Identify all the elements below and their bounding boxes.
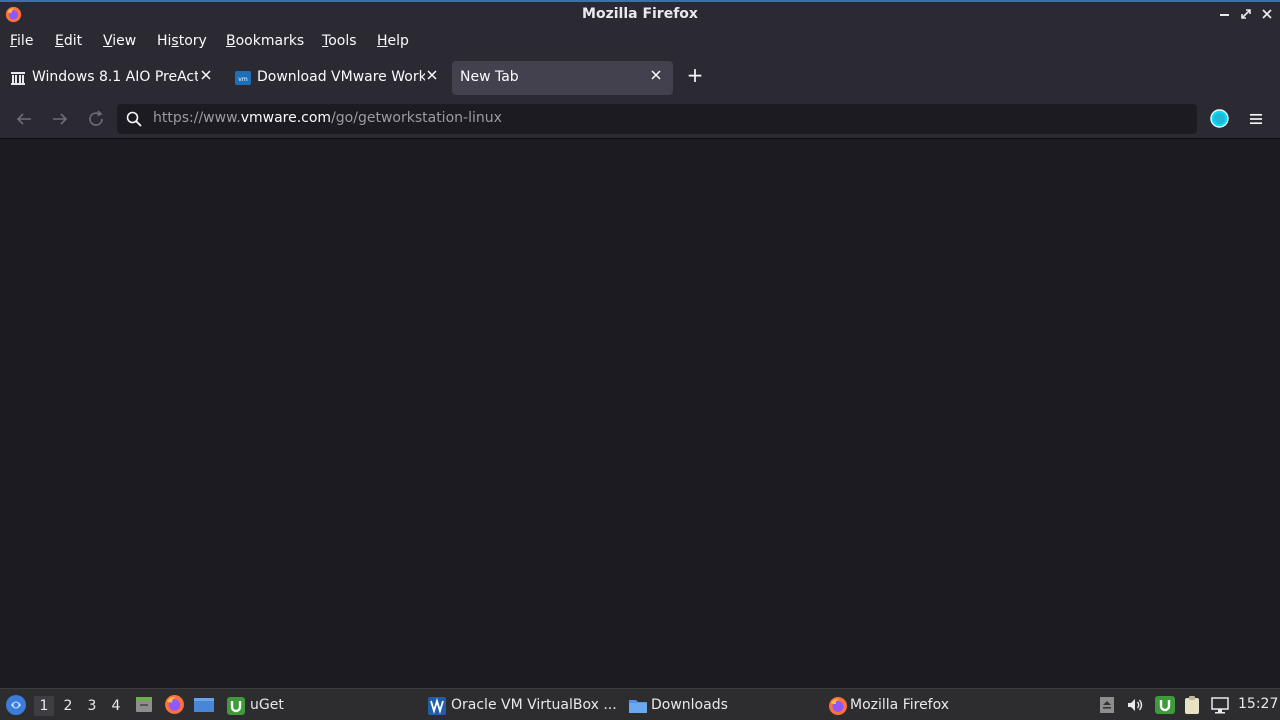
- url-host: vmware.com: [240, 110, 332, 126]
- workspace-2[interactable]: 2: [58, 696, 78, 716]
- menu-mnemonic: F: [10, 33, 18, 49]
- task-label: Oracle VM VirtualBox ...: [451, 697, 617, 713]
- forward-icon[interactable]: [48, 107, 72, 131]
- svg-text:vm: vm: [238, 76, 248, 83]
- menu-edit[interactable]: Edit: [55, 33, 82, 49]
- tab-close-button[interactable]: [648, 69, 664, 84]
- desktop-launcher-icon[interactable]: [193, 695, 215, 715]
- search-icon: [126, 111, 142, 127]
- close-icon: [201, 70, 211, 80]
- task-label: Downloads: [651, 697, 728, 713]
- workspace-4[interactable]: 4: [106, 696, 126, 716]
- hamburger-menu-icon[interactable]: [1247, 110, 1265, 128]
- file-manager-launcher-icon[interactable]: [134, 695, 154, 715]
- taskbar: 1 2 3 4 uGet Oracle VM VirtualBox ... Do…: [0, 688, 1280, 720]
- uget-tray-icon[interactable]: [1154, 695, 1176, 715]
- close-icon: [1262, 9, 1272, 19]
- task-label: uGet: [250, 697, 284, 713]
- close-icon: [427, 70, 437, 80]
- start-menu-icon[interactable]: [5, 694, 27, 716]
- folder-icon: [629, 700, 647, 713]
- virtualbox-icon: [428, 697, 446, 715]
- menu-label: ookmarks: [235, 33, 305, 49]
- close-window-button[interactable]: [1259, 6, 1275, 22]
- workspace-3[interactable]: 3: [82, 696, 102, 716]
- tab-strip: Windows 8.1 AIO PreActiv vm Download VMw…: [0, 55, 1280, 99]
- tab-new-tab[interactable]: New Tab: [452, 61, 673, 95]
- workspace-1[interactable]: 1: [34, 696, 54, 716]
- task-firefox[interactable]: Mozilla Firefox: [828, 693, 1018, 719]
- uget-icon: [227, 697, 245, 715]
- menu-label: ile: [17, 33, 34, 49]
- archive-icon: [11, 72, 25, 85]
- minimize-button[interactable]: [1217, 6, 1233, 22]
- menu-mnemonic: V: [103, 33, 113, 49]
- tab-close-button[interactable]: [198, 69, 214, 84]
- maximize-icon: [1241, 9, 1251, 19]
- url-prefix: https://www.: [153, 110, 241, 126]
- eject-icon[interactable]: [1097, 695, 1117, 715]
- menu-help[interactable]: Help: [377, 33, 409, 49]
- task-downloads[interactable]: Downloads: [628, 693, 818, 719]
- vmware-icon: vm: [235, 71, 251, 85]
- menu-label: elp: [387, 33, 409, 49]
- page-content: [0, 140, 1280, 688]
- new-tab-button[interactable]: +: [684, 64, 706, 86]
- menu-label: iew: [112, 33, 137, 49]
- url-path: /go/getworkstation-linux: [331, 110, 502, 126]
- tab-vmware-download[interactable]: vm Download VMware Works: [225, 61, 447, 95]
- window-title: Mozilla Firefox: [582, 6, 698, 22]
- minimize-icon: [1220, 14, 1229, 16]
- menu-mnemonic: s: [171, 33, 179, 49]
- close-icon: [651, 70, 661, 80]
- maximize-button[interactable]: [1238, 6, 1254, 22]
- tab-windows-aio[interactable]: Windows 8.1 AIO PreActiv: [0, 61, 220, 95]
- firefox-launcher-icon[interactable]: [164, 694, 185, 715]
- tab-label: Download VMware Works: [257, 69, 425, 85]
- window-titlebar: Mozilla Firefox: [0, 0, 1280, 29]
- navigation-toolbar: https://www.vmware.com/go/getworkstation…: [0, 99, 1280, 139]
- tab-close-button[interactable]: [424, 69, 440, 84]
- back-icon[interactable]: [12, 107, 36, 131]
- url-bar[interactable]: https://www.vmware.com/go/getworkstation…: [117, 104, 1197, 134]
- task-uget[interactable]: uGet: [226, 693, 416, 719]
- firefox-icon: [829, 697, 847, 715]
- menu-label: dit: [63, 33, 83, 49]
- menu-history[interactable]: History: [157, 33, 207, 49]
- menu-mnemonic: E: [55, 33, 64, 49]
- menu-file[interactable]: File: [10, 33, 33, 49]
- reload-icon[interactable]: [84, 107, 108, 131]
- tab-label: New Tab: [460, 69, 519, 85]
- taskbar-clock[interactable]: 15:27: [1238, 696, 1278, 712]
- menu-view[interactable]: View: [103, 33, 136, 49]
- clipboard-icon[interactable]: [1182, 695, 1202, 715]
- network-icon[interactable]: [1210, 695, 1230, 715]
- titlebar-accent-line: [0, 0, 1280, 2]
- account-icon[interactable]: [1210, 109, 1229, 128]
- menu-label: Hi: [157, 33, 172, 49]
- url-text: https://www.vmware.com/go/getworkstation…: [153, 110, 502, 126]
- task-label: Mozilla Firefox: [850, 697, 950, 713]
- menu-bar: File Edit View History Bookmarks Tools H…: [0, 29, 1280, 55]
- volume-icon[interactable]: [1125, 695, 1145, 715]
- menu-label: tory: [178, 33, 207, 49]
- menu-bookmarks[interactable]: Bookmarks: [226, 33, 304, 49]
- menu-tools[interactable]: Tools: [322, 33, 357, 49]
- menu-mnemonic: H: [377, 33, 388, 49]
- task-virtualbox[interactable]: Oracle VM VirtualBox ...: [427, 693, 619, 719]
- menu-mnemonic: B: [226, 33, 236, 49]
- menu-label: ools: [328, 33, 357, 49]
- tab-label: Windows 8.1 AIO PreActiv: [32, 69, 198, 85]
